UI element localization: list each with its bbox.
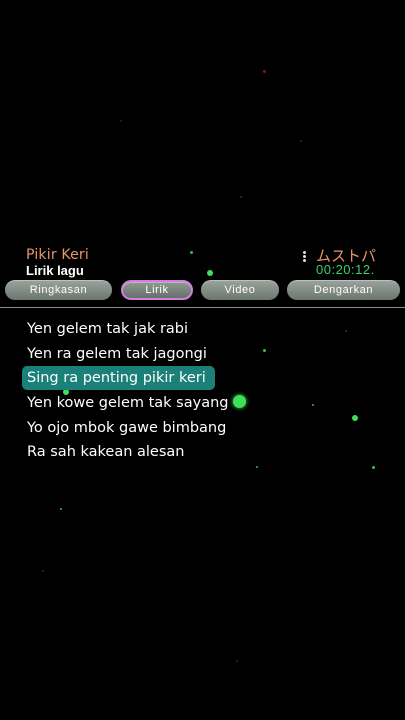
lyric-line: Yen gelem tak jak rabi bbox=[27, 321, 189, 337]
playback-clock: 00:20:12. bbox=[316, 262, 375, 277]
red-particle bbox=[263, 70, 266, 73]
red-particle bbox=[240, 196, 242, 198]
lyric-line: Yo ojo mbok gawe bimbang bbox=[27, 419, 227, 436]
player-screen: Pikir Keri Lirik lagu ムストパ 00:20:12. Rin… bbox=[0, 0, 405, 720]
green-particle bbox=[207, 270, 213, 276]
lyric-line: Ra sah kakean alesan bbox=[27, 444, 185, 460]
tab-lirik[interactable]: Lirik bbox=[121, 280, 193, 300]
green-particle bbox=[190, 251, 193, 254]
divider bbox=[0, 307, 405, 308]
song-subtitle: Lirik lagu bbox=[26, 263, 84, 278]
green-particle bbox=[372, 466, 375, 469]
red-particle bbox=[120, 120, 122, 122]
more-options-icon[interactable] bbox=[303, 251, 307, 263]
song-title: Pikir Keri bbox=[26, 247, 89, 263]
tab-video[interactable]: Video bbox=[201, 280, 279, 300]
lyric-line: Yen ra gelem tak jagongi bbox=[27, 345, 207, 362]
green-particle bbox=[256, 466, 258, 468]
red-particle bbox=[236, 660, 238, 662]
lyric-line: Yen kowe gelem tak sayang bbox=[27, 395, 229, 411]
green-particle bbox=[60, 508, 62, 510]
lyric-line-current: Sing ra penting pikir keri bbox=[22, 366, 215, 390]
lyrics-panel: Yen gelem tak jak rabi Yen ra gelem tak … bbox=[22, 317, 382, 465]
tab-dengarkan[interactable]: Dengarkan bbox=[287, 280, 400, 300]
red-particle bbox=[42, 570, 44, 572]
tab-bar: Ringkasan Lirik Video Dengarkan bbox=[0, 280, 405, 302]
tab-ringkasan[interactable]: Ringkasan bbox=[5, 280, 112, 300]
red-particle bbox=[300, 140, 302, 142]
